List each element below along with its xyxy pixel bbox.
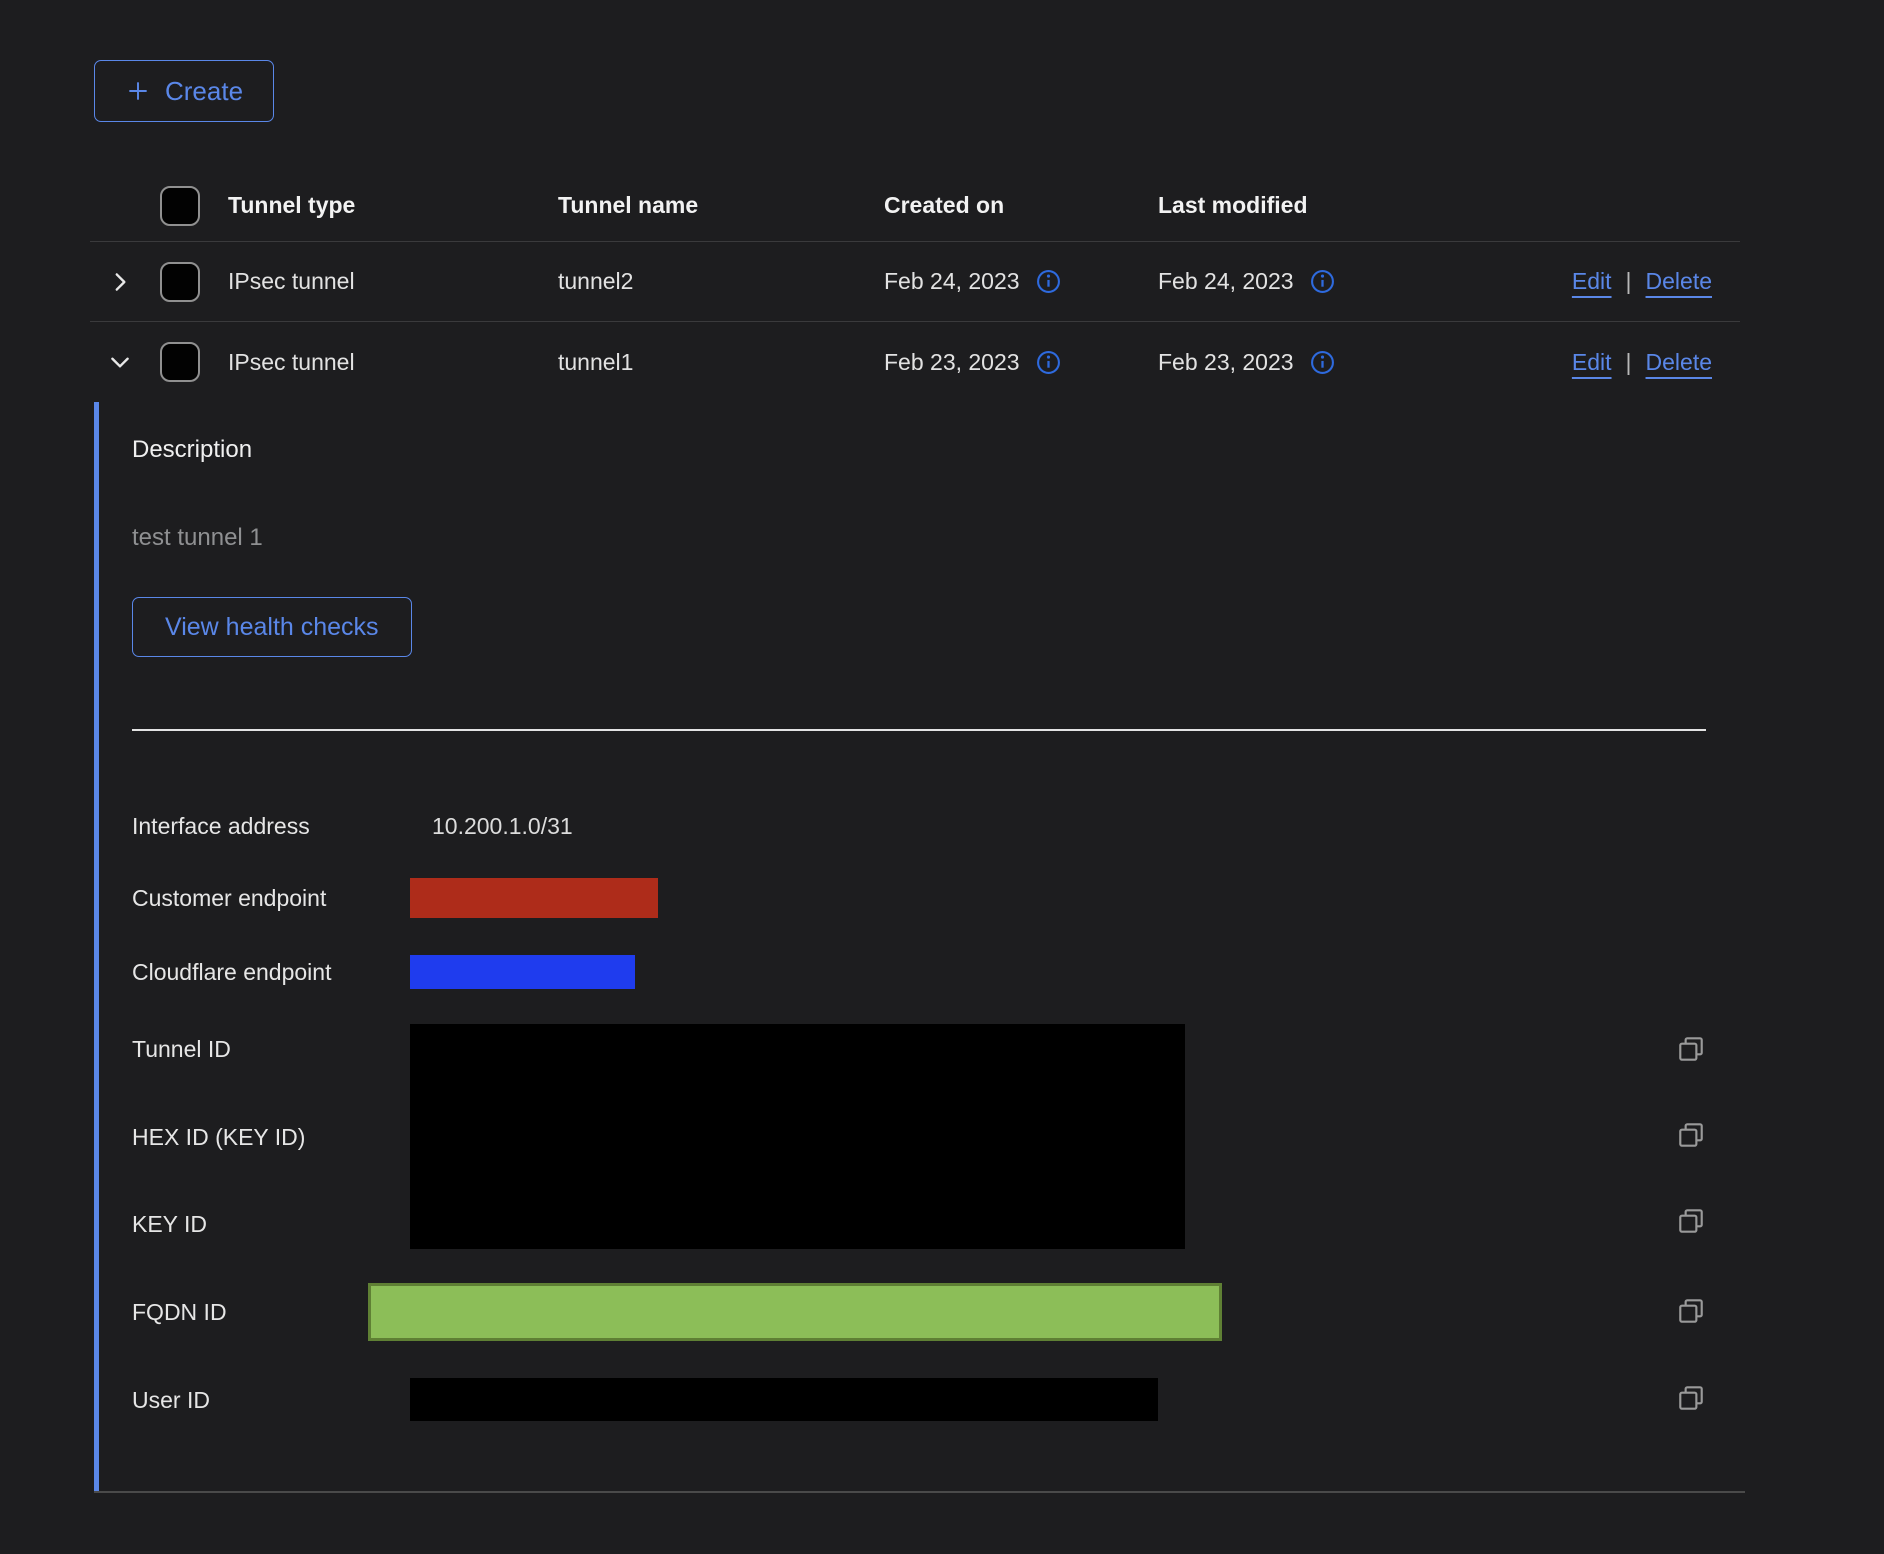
cloudflare-endpoint-row: Cloudflare endpoint — [132, 955, 1706, 989]
edit-link[interactable]: Edit — [1572, 268, 1612, 295]
fqdn-copy-cell — [1666, 1296, 1706, 1329]
description-value: test tunnel 1 — [132, 524, 1706, 552]
user-id-redacted-value — [410, 1378, 1158, 1421]
actions-cell: Edit | Delete — [1430, 349, 1740, 376]
row-checkbox[interactable] — [160, 342, 200, 382]
copy-hex-id-button[interactable] — [1666, 1120, 1706, 1153]
chevron-down-icon[interactable] — [107, 349, 133, 375]
tunnel-type-value: IPsec tunnel — [210, 268, 540, 295]
expander-cell — [90, 349, 150, 375]
header-checkbox-cell — [150, 186, 210, 226]
last-modified-cell: Feb 24, 2023 — [1150, 268, 1430, 295]
action-separator: | — [1626, 349, 1632, 376]
copy-tunnel-id-button[interactable] — [1666, 1034, 1706, 1067]
actions-cell: Edit | Delete — [1430, 268, 1740, 295]
last-modified-value: Feb 24, 2023 — [1158, 268, 1294, 295]
row-checkbox-cell — [150, 262, 210, 302]
copy-fqdn-id-button[interactable] — [1676, 1296, 1706, 1329]
last-modified-value: Feb 23, 2023 — [1158, 349, 1294, 376]
view-health-checks-button[interactable]: View health checks — [132, 597, 412, 657]
copy-icon — [1676, 1034, 1706, 1067]
copy-icon — [1676, 1296, 1706, 1329]
tunnel-ids-redacted-value — [410, 1024, 1185, 1249]
header-tunnel-type: Tunnel type — [210, 192, 540, 219]
edit-link[interactable]: Edit — [1572, 349, 1612, 376]
copy-icon — [1676, 1206, 1706, 1239]
last-modified-cell: Feb 23, 2023 — [1150, 349, 1430, 376]
table-row: IPsec tunnel tunnel1 Feb 23, 2023 Feb 23… — [90, 322, 1740, 402]
customer-endpoint-label: Customer endpoint — [132, 883, 432, 913]
user-id-label: User ID — [132, 1385, 432, 1415]
interface-address-label: Interface address — [132, 811, 432, 841]
table-bottom-divider — [94, 1491, 1745, 1493]
fqdn-id-redacted-value — [368, 1283, 1222, 1341]
tunnel-id-label: Tunnel ID — [132, 1034, 432, 1064]
hex-id-label: HEX ID (KEY ID) — [132, 1122, 432, 1152]
tunnel-fields: Interface address 10.200.1.0/31 Customer… — [132, 806, 1706, 1421]
user-copy-cell — [1666, 1383, 1706, 1416]
copy-icon — [1676, 1383, 1706, 1416]
tunnel-name-value: tunnel1 — [540, 349, 870, 376]
customer-endpoint-redacted-value — [410, 878, 658, 918]
section-divider — [132, 729, 1706, 731]
copy-key-id-button[interactable] — [1666, 1206, 1706, 1239]
create-button-label: Create — [165, 76, 243, 107]
created-on-cell: Feb 23, 2023 — [870, 349, 1150, 376]
row-checkbox-cell — [150, 342, 210, 382]
created-on-cell: Feb 24, 2023 — [870, 268, 1150, 295]
user-id-row: User ID — [132, 1378, 1706, 1421]
created-on-value: Feb 24, 2023 — [884, 268, 1020, 295]
table-header-row: Tunnel type Tunnel name Created on Last … — [90, 170, 1740, 242]
info-icon[interactable] — [1036, 350, 1061, 375]
header-created-on: Created on — [870, 192, 1150, 219]
ipsec-tunnels-page: Create Tunnel type Tunnel name Created o… — [0, 0, 1884, 1493]
interface-address-value: 10.200.1.0/31 — [432, 813, 1666, 840]
customer-endpoint-row: Customer endpoint — [132, 878, 1706, 918]
tunnel-ids-row: Tunnel ID HEX ID (KEY ID) KEY ID — [132, 1024, 1706, 1249]
tunnel-detail-panel: Description test tunnel 1 View health ch… — [94, 402, 1711, 1491]
create-button[interactable]: Create — [94, 60, 274, 122]
plus-icon — [125, 78, 151, 104]
delete-link[interactable]: Delete — [1646, 268, 1712, 295]
action-separator: | — [1626, 268, 1632, 295]
id-labels: Tunnel ID HEX ID (KEY ID) KEY ID — [132, 1024, 432, 1249]
copy-icon — [1676, 1120, 1706, 1153]
interface-address-row: Interface address 10.200.1.0/31 — [132, 806, 1706, 846]
select-all-checkbox[interactable] — [160, 186, 200, 226]
cloudflare-endpoint-redacted-value — [410, 955, 635, 989]
info-icon[interactable] — [1310, 269, 1335, 294]
tunnel-type-value: IPsec tunnel — [210, 349, 540, 376]
info-icon[interactable] — [1036, 269, 1061, 294]
created-on-value: Feb 23, 2023 — [884, 349, 1020, 376]
info-icon[interactable] — [1310, 350, 1335, 375]
id-copy-buttons — [1666, 1024, 1706, 1249]
tunnel-name-value: tunnel2 — [540, 268, 870, 295]
description-label: Description — [132, 436, 1706, 464]
chevron-right-icon[interactable] — [107, 269, 133, 295]
tunnels-table: Tunnel type Tunnel name Created on Last … — [90, 170, 1740, 402]
row-checkbox[interactable] — [160, 262, 200, 302]
table-row: IPsec tunnel tunnel2 Feb 24, 2023 Feb 24… — [90, 242, 1740, 322]
header-tunnel-name: Tunnel name — [540, 192, 870, 219]
key-id-label: KEY ID — [132, 1209, 432, 1239]
cloudflare-endpoint-label: Cloudflare endpoint — [132, 957, 432, 987]
delete-link[interactable]: Delete — [1646, 349, 1712, 376]
header-last-modified: Last modified — [1150, 192, 1430, 219]
copy-user-id-button[interactable] — [1676, 1383, 1706, 1416]
expander-cell — [90, 269, 150, 295]
fqdn-id-row: FQDN ID — [132, 1283, 1706, 1341]
